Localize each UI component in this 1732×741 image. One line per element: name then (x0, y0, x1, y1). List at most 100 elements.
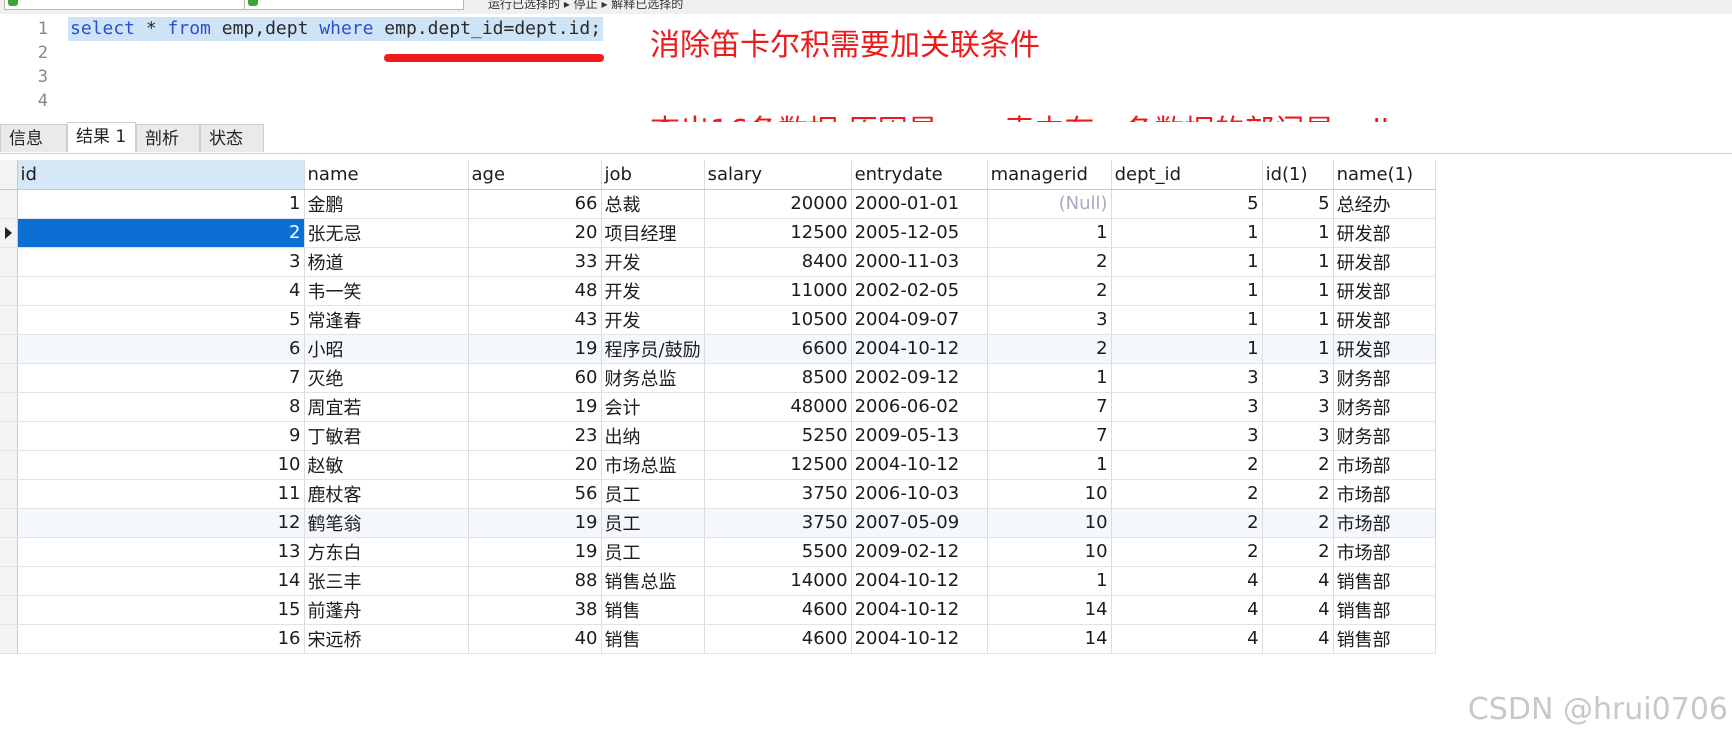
table-row[interactable]: 6 小昭 19 程序员/鼓励 6600 2004-10-12 2 1 1 研发部 (0, 334, 1436, 364)
table-cell[interactable]: 杨道 (304, 247, 469, 277)
table-row[interactable]: 14 张三丰 88 销售总监 14000 2004-10-12 1 4 4 销售部 (0, 566, 1436, 596)
table-cell[interactable]: 8 (17, 392, 305, 422)
table-cell[interactable]: 1 (987, 450, 1112, 480)
row-indicator[interactable] (0, 595, 18, 625)
tab-profile[interactable]: 剖析 (136, 124, 200, 152)
table-row[interactable]: 3 杨道 33 开发 8400 2000-11-03 2 1 1 研发部 (0, 247, 1436, 277)
row-indicator[interactable] (0, 566, 18, 596)
table-cell[interactable]: 市场部 (1333, 537, 1436, 567)
table-cell[interactable]: 2 (1111, 508, 1263, 538)
table-cell[interactable]: 10 (987, 537, 1112, 567)
table-cell[interactable]: 2 (1262, 479, 1334, 509)
row-indicator[interactable] (0, 334, 18, 364)
table-cell[interactable]: 10500 (704, 305, 852, 335)
table-cell[interactable]: 销售部 (1333, 624, 1436, 654)
table-cell[interactable]: 2000-01-01 (851, 189, 988, 219)
table-cell[interactable]: 常逢春 (304, 305, 469, 335)
table-cell[interactable]: 3750 (704, 479, 852, 509)
table-cell[interactable]: 12500 (704, 450, 852, 480)
table-cell[interactable]: 10 (987, 508, 1112, 538)
row-indicator[interactable] (0, 276, 18, 306)
table-cell[interactable]: 4 (1111, 624, 1263, 654)
table-cell[interactable]: 2006-10-03 (851, 479, 988, 509)
table-cell[interactable]: 2004-10-12 (851, 450, 988, 480)
table-cell[interactable]: 员工 (601, 479, 705, 509)
row-indicator[interactable] (0, 247, 18, 277)
table-cell[interactable]: 2 (987, 247, 1112, 277)
table-cell[interactable]: 金鹏 (304, 189, 469, 219)
row-indicator[interactable] (0, 537, 18, 567)
table-cell[interactable]: 总经办 (1333, 189, 1436, 219)
table-cell[interactable]: 2004-10-12 (851, 566, 988, 596)
table-cell[interactable]: 市场部 (1333, 508, 1436, 538)
table-cell[interactable]: 2005-12-05 (851, 218, 988, 248)
table-cell[interactable]: 10 (987, 479, 1112, 509)
table-cell[interactable]: 23 (468, 421, 602, 451)
table-cell[interactable]: 1 (987, 218, 1112, 248)
table-cell[interactable]: 48 (468, 276, 602, 306)
table-cell[interactable]: 2002-09-12 (851, 363, 988, 393)
table-cell[interactable]: 4 (1262, 624, 1334, 654)
table-cell[interactable]: 1 (987, 363, 1112, 393)
column-header-entrydate[interactable]: entrydate (851, 160, 988, 190)
table-cell[interactable]: 会计 (601, 392, 705, 422)
table-cell[interactable]: 程序员/鼓励 (601, 334, 705, 364)
table-cell[interactable]: 2 (1111, 479, 1263, 509)
table-row[interactable]: 11 鹿杖客 56 员工 3750 2006-10-03 10 2 2 市场部 (0, 479, 1436, 509)
table-cell[interactable]: 33 (468, 247, 602, 277)
row-indicator[interactable] (0, 421, 18, 451)
table-cell[interactable]: 韦一笑 (304, 276, 469, 306)
table-cell[interactable]: 11000 (704, 276, 852, 306)
table-cell[interactable]: 14 (987, 624, 1112, 654)
table-cell[interactable]: 3 (1111, 363, 1263, 393)
table-cell[interactable]: 20 (468, 450, 602, 480)
table-cell[interactable]: 鹤笔翁 (304, 508, 469, 538)
table-cell[interactable]: 4600 (704, 595, 852, 625)
table-cell[interactable]: 4 (1111, 595, 1263, 625)
table-cell[interactable]: 丁敏君 (304, 421, 469, 451)
table-row[interactable]: 16 宋远桥 40 销售 4600 2004-10-12 14 4 4 销售部 (0, 624, 1436, 654)
table-cell[interactable]: 14 (987, 595, 1112, 625)
table-cell[interactable]: 7 (17, 363, 305, 393)
table-cell[interactable]: 8400 (704, 247, 852, 277)
table-cell[interactable]: 市场部 (1333, 479, 1436, 509)
table-cell[interactable]: 2 (1262, 537, 1334, 567)
table-cell[interactable]: 灭绝 (304, 363, 469, 393)
table-cell[interactable]: 财务总监 (601, 363, 705, 393)
table-cell[interactable]: 1 (1111, 305, 1263, 335)
row-indicator[interactable] (0, 363, 18, 393)
table-cell[interactable]: 前蓬舟 (304, 595, 469, 625)
table-cell[interactable]: 2004-10-12 (851, 624, 988, 654)
database-select[interactable] (244, 0, 464, 10)
column-header-managerid[interactable]: managerid (987, 160, 1112, 190)
table-cell[interactable]: 10 (17, 450, 305, 480)
table-cell[interactable]: 2 (987, 334, 1112, 364)
table-cell[interactable]: 19 (468, 537, 602, 567)
table-cell[interactable]: 8500 (704, 363, 852, 393)
table-cell[interactable]: 1 (1262, 247, 1334, 277)
table-cell[interactable]: 14 (17, 566, 305, 596)
table-cell[interactable]: 1 (1111, 334, 1263, 364)
table-cell[interactable]: 宋远桥 (304, 624, 469, 654)
table-cell[interactable]: 市场部 (1333, 450, 1436, 480)
tab-result-1[interactable]: 结果 1 (67, 122, 136, 152)
table-cell[interactable]: 12500 (704, 218, 852, 248)
table-cell[interactable]: 3 (1111, 421, 1263, 451)
column-header-id[interactable]: id (17, 160, 305, 190)
table-cell[interactable]: 2 (1111, 450, 1263, 480)
row-indicator[interactable] (0, 189, 18, 219)
column-header-dept-id[interactable]: dept_id (1111, 160, 1263, 190)
table-cell[interactable]: 1 (1111, 247, 1263, 277)
tab-info[interactable]: 信息 (0, 124, 67, 152)
table-cell[interactable]: 市场总监 (601, 450, 705, 480)
table-cell[interactable]: 14000 (704, 566, 852, 596)
table-cell[interactable]: 5 (17, 305, 305, 335)
table-cell[interactable]: 15 (17, 595, 305, 625)
table-cell[interactable]: 2000-11-03 (851, 247, 988, 277)
table-cell[interactable]: 开发 (601, 247, 705, 277)
table-cell[interactable]: 销售总监 (601, 566, 705, 596)
table-cell[interactable]: 3 (1262, 421, 1334, 451)
table-cell[interactable]: 销售部 (1333, 566, 1436, 596)
table-cell[interactable]: 60 (468, 363, 602, 393)
table-cell[interactable]: 1 (1262, 334, 1334, 364)
